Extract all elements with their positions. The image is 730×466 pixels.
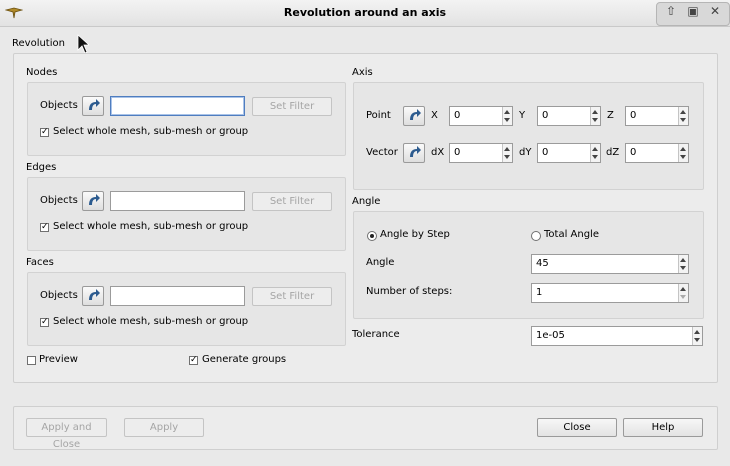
edges-set-filter-button[interactable]: Set Filter (252, 192, 332, 211)
faces-group (27, 272, 346, 346)
point-z-value: 0 (630, 110, 637, 121)
selection-arrow-icon (410, 109, 421, 120)
edges-objects-input[interactable] (110, 191, 245, 211)
nodes-whole-mesh-checkbox[interactable]: ✓ (40, 128, 49, 137)
faces-objects-input[interactable] (110, 286, 245, 306)
spin-arrows[interactable] (678, 107, 688, 125)
point-y-spinbox[interactable]: 0 (537, 106, 601, 126)
faces-objects-label: Objects (40, 290, 78, 301)
y-label: Y (519, 110, 526, 121)
edges-label: Edges (26, 162, 57, 173)
total-angle-label: Total Angle (544, 229, 599, 240)
generate-groups-checkbox[interactable]: ✓ (189, 356, 198, 365)
spin-arrows[interactable] (590, 144, 600, 162)
edges-whole-mesh-checkbox[interactable]: ✓ (40, 223, 49, 232)
vector-dy-value: 0 (542, 147, 549, 158)
nodes-select-button[interactable] (82, 96, 104, 116)
steps-value: 1 (536, 287, 543, 298)
vector-dy-spinbox[interactable]: 0 (537, 143, 601, 163)
selection-arrow-icon (89, 289, 100, 300)
generate-groups-label: Generate groups (202, 354, 287, 365)
maximize-up-icon[interactable]: ⇧ (661, 2, 681, 20)
restore-icon[interactable]: ▣ (683, 2, 703, 20)
window-title: Revolution around an axis (283, 6, 447, 19)
selection-arrow-icon (89, 194, 100, 205)
vector-label: Vector (366, 147, 398, 158)
dy-label: dY (519, 147, 532, 158)
angle-by-step-label: Angle by Step (380, 229, 450, 240)
axis-label: Axis (352, 67, 373, 78)
point-select-button[interactable] (403, 106, 425, 126)
edges-group (27, 177, 346, 251)
spin-arrows[interactable] (678, 284, 688, 302)
angle-value-label: Angle (366, 257, 395, 268)
faces-whole-mesh-checkbox[interactable]: ✓ (40, 318, 49, 327)
vector-dz-value: 0 (630, 147, 637, 158)
apply-and-close-button[interactable]: Apply and Close (26, 418, 107, 450)
spin-arrows[interactable] (678, 255, 688, 273)
nodes-objects-input[interactable] (110, 96, 245, 116)
nodes-whole-mesh-label: Select whole mesh, sub-mesh or group (53, 126, 249, 137)
tolerance-label: Tolerance (352, 329, 400, 340)
axis-group (353, 82, 704, 190)
spin-arrows[interactable] (692, 327, 702, 345)
total-angle-radio[interactable] (531, 231, 541, 241)
spin-arrows[interactable] (590, 107, 600, 125)
revolution-group-label: Revolution (12, 38, 65, 49)
selection-arrow-icon (89, 99, 100, 110)
nodes-group (27, 82, 346, 156)
preview-checkbox[interactable] (27, 356, 36, 365)
angle-group-label: Angle (352, 196, 381, 207)
vector-dz-spinbox[interactable]: 0 (625, 143, 689, 163)
edges-select-button[interactable] (82, 191, 104, 211)
mouse-cursor-icon (77, 34, 89, 54)
help-button[interactable]: Help (623, 418, 703, 437)
point-label: Point (366, 110, 391, 121)
point-x-spinbox[interactable]: 0 (449, 106, 513, 126)
spin-arrows[interactable] (502, 144, 512, 162)
nodes-label: Nodes (26, 67, 58, 78)
close-button[interactable]: Close (537, 418, 617, 437)
dx-label: dX (431, 147, 445, 158)
faces-set-filter-button[interactable]: Set Filter (252, 287, 332, 306)
spin-arrows[interactable] (678, 144, 688, 162)
spin-arrows[interactable] (502, 107, 512, 125)
angle-by-step-radio[interactable] (367, 231, 377, 241)
vector-dx-spinbox[interactable]: 0 (449, 143, 513, 163)
vector-dx-value: 0 (454, 147, 461, 158)
edges-objects-label: Objects (40, 195, 78, 206)
nodes-set-filter-button[interactable]: Set Filter (252, 97, 332, 116)
point-z-spinbox[interactable]: 0 (625, 106, 689, 126)
point-x-value: 0 (454, 110, 461, 121)
angle-value: 45 (536, 258, 549, 269)
angle-spinbox[interactable]: 45 (531, 254, 689, 274)
faces-whole-mesh-label: Select whole mesh, sub-mesh or group (53, 316, 249, 327)
preview-label: Preview (39, 354, 78, 365)
x-label: X (431, 110, 438, 121)
tolerance-value: 1e-05 (536, 330, 565, 341)
edges-whole-mesh-label: Select whole mesh, sub-mesh or group (53, 221, 249, 232)
steps-label: Number of steps: (366, 286, 453, 297)
point-y-value: 0 (542, 110, 549, 121)
faces-select-button[interactable] (82, 286, 104, 306)
faces-label: Faces (26, 257, 54, 268)
nodes-objects-label: Objects (40, 100, 78, 111)
z-label: Z (607, 110, 614, 121)
vector-select-button[interactable] (403, 143, 425, 163)
close-icon[interactable]: ✕ (705, 2, 725, 20)
apply-button[interactable]: Apply (124, 418, 204, 437)
tolerance-spinbox[interactable]: 1e-05 (531, 326, 703, 346)
selection-arrow-icon (410, 146, 421, 157)
dz-label: dZ (606, 147, 620, 158)
steps-spinbox[interactable]: 1 (531, 283, 689, 303)
